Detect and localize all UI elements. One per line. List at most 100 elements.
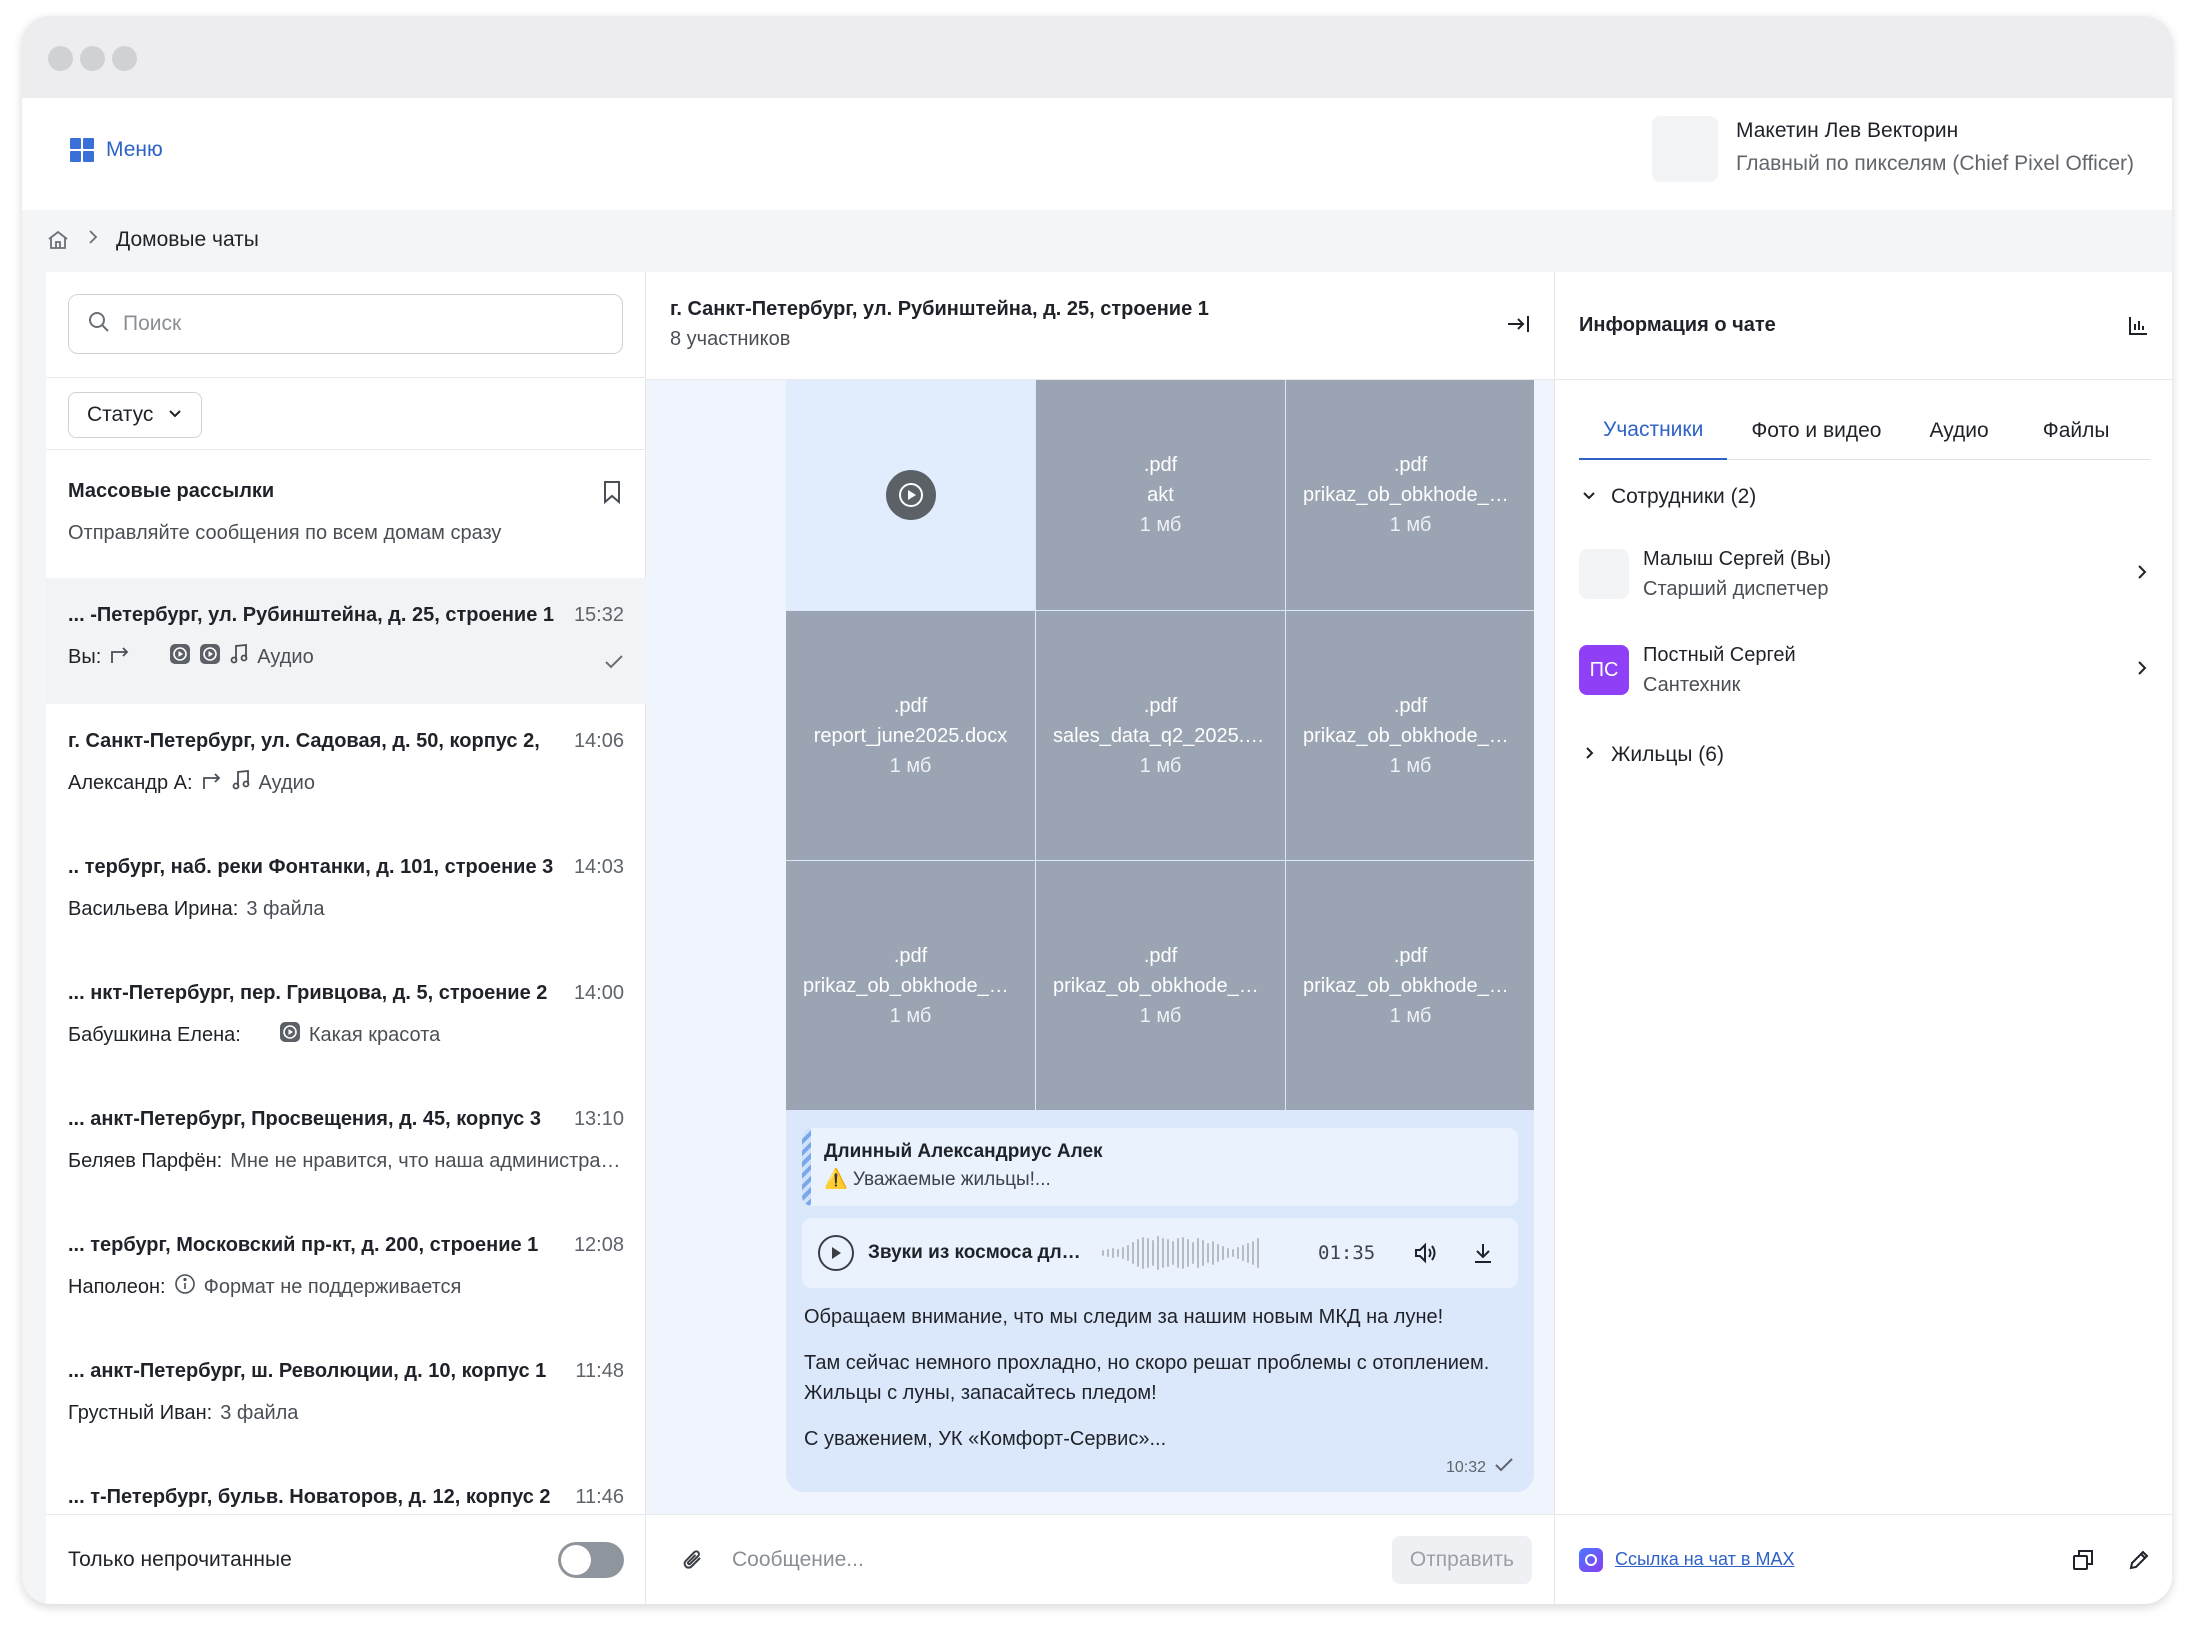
waveform-bar — [1222, 1246, 1224, 1260]
tab-photo-video[interactable]: Фото и видео — [1751, 402, 1881, 460]
waveform-bar — [1257, 1238, 1259, 1268]
chat-author: Александр А: — [68, 771, 193, 794]
chat-list-item[interactable]: г. Санкт-Петербург, ул. Садовая, д. 50, … — [46, 704, 646, 830]
chat-author: Вы: — [68, 645, 102, 668]
staff-group-header[interactable]: Сотрудники (2) — [1581, 482, 2172, 512]
home-icon[interactable] — [46, 228, 70, 252]
chat-list: ... -Петербург, ул. Рубинштейна, д. 25, … — [46, 578, 646, 1514]
file-size: 1 мб — [1139, 754, 1182, 777]
file-attachment[interactable]: .pdf prikaz_ob_obkhode_zhilfonda 1 мб — [1036, 861, 1285, 1110]
chat-header: г. Санкт-Петербург, ул. Рубинштейна, д. … — [646, 272, 1554, 380]
file-attachment[interactable]: .pdf sales_data_q2_2025.xlsx 1 мб — [1036, 611, 1285, 860]
statistics-icon[interactable] — [2126, 314, 2150, 338]
user-profile[interactable]: Макетин Лев Векторин Главный по пикселям… — [1652, 116, 2152, 182]
chat-time: 11:48 — [575, 1359, 624, 1382]
chat-author: Васильева Ирина: — [68, 897, 239, 920]
music-note-icon — [231, 769, 251, 797]
file-attachment[interactable]: .pdf akt 1 мб — [1036, 380, 1285, 610]
member-item[interactable]: Малыш Сергей (Вы) Старший диспетчер — [1555, 526, 2172, 622]
quoted-message[interactable]: Длинный Александриус Алек ⚠️ Уважаемые ж… — [802, 1128, 1518, 1206]
file-type: .pdf — [893, 944, 928, 967]
status-filter-label: Статус — [87, 403, 154, 426]
max-chat-link[interactable]: Ссылка на чат в MAX — [1615, 1549, 2071, 1570]
waveform-bar — [1112, 1248, 1114, 1258]
chat-list-item[interactable]: ... нкт-Петербург, пер. Гривцова, д. 5, … — [46, 956, 646, 1082]
breadcrumb: Домовые чаты — [46, 216, 259, 264]
unread-only-label: Только непрочитанные — [68, 1547, 292, 1571]
chat-list-item[interactable]: ... тербург, Московский пр-кт, д. 200, с… — [46, 1208, 646, 1334]
file-size: 1 мб — [1389, 1004, 1432, 1027]
tab-participants[interactable]: Участники — [1579, 402, 1728, 460]
window-close-dot[interactable] — [48, 46, 73, 71]
message-input[interactable]: Сообщение... — [732, 1548, 1392, 1572]
file-attachment[interactable]: .pdf report_june2025.docx 1 мб — [786, 611, 1035, 860]
chat-time: 12:08 — [573, 1233, 624, 1256]
waveform-bar — [1187, 1239, 1189, 1267]
volume-icon[interactable] — [1413, 1241, 1439, 1265]
send-button[interactable]: Отправить — [1391, 1535, 1532, 1584]
message-paragraph: Там сейчас немного прохладно, но скоро р… — [804, 1352, 1490, 1404]
chat-list-item[interactable]: ... анкт-Петербург, Просвещения, д. 45, … — [46, 1082, 646, 1208]
member-name: Постный Сергей — [1643, 644, 1796, 666]
chat-title: ... анкт-Петербург, ш. Революции, д. 10,… — [68, 1359, 547, 1382]
waveform-bar — [1242, 1245, 1244, 1261]
chevron-down-icon — [167, 403, 183, 427]
music-note-icon — [229, 643, 249, 671]
file-attachment[interactable]: .pdf prikaz_ob_obkhode_zhilfonda 1 мб — [786, 861, 1035, 1110]
staff-group-label: Сотрудники (2) — [1611, 485, 1757, 508]
search-input[interactable]: Поиск — [68, 294, 623, 354]
chat-list-item[interactable]: ... -Петербург, ул. Рубинштейна, д. 25, … — [46, 578, 646, 704]
file-attachment[interactable]: .pdf prikaz_ob_obkhode_zhilfonda 1 мб — [1286, 611, 1534, 860]
audio-title: Звуки из космоса для сна — [868, 1242, 1088, 1263]
audio-player: Звуки из космоса для сна 01:35 — [802, 1218, 1518, 1288]
audio-waveform[interactable] — [1102, 1233, 1298, 1273]
file-name: prikaz_ob_obkhode_zhilfonda — [1303, 484, 1518, 506]
audio-play-button[interactable] — [818, 1235, 854, 1271]
message-text: Обращаем внимание, что мы следим за наши… — [804, 1302, 1520, 1470]
chat-list-item[interactable]: ... анкт-Петербург, ш. Революции, д. 10,… — [46, 1334, 646, 1460]
member-item[interactable]: ПС Постный Сергей Сантехник — [1555, 622, 2172, 718]
file-type: .pdf — [1143, 944, 1178, 967]
copy-icon[interactable] — [2071, 1548, 2095, 1572]
waveform-bar — [1102, 1250, 1104, 1256]
file-attachment[interactable]: .pdf prikaz_ob_obkhode_zhilfonda 1 мб — [1286, 861, 1534, 1110]
chat-preview: Аудио — [257, 645, 314, 668]
user-role: Главный по пикселям (Chief Pixel Officer… — [1736, 152, 2134, 175]
chat-list-item[interactable]: ... т-Петербург, бульв. Новаторов, д. 12… — [46, 1460, 646, 1514]
chat-list-item[interactable]: .. тербург, наб. реки Фонтанки, д. 101, … — [46, 830, 646, 956]
file-attachment[interactable]: .pdf prikaz_ob_obkhode_zhilfonda 1 мб — [1286, 380, 1534, 610]
waveform-bar — [1167, 1239, 1169, 1267]
unread-only-toggle[interactable] — [558, 1541, 624, 1578]
window-minimize-dot[interactable] — [80, 46, 105, 71]
menu-button[interactable]: Меню — [70, 138, 163, 162]
status-filter-dropdown[interactable]: Статус — [68, 392, 203, 438]
chevron-right-icon — [1581, 743, 1597, 767]
residents-group-header[interactable]: Жильцы (6) — [1581, 740, 2172, 770]
file-type: .pdf — [1143, 454, 1178, 476]
window-maximize-dot[interactable] — [112, 46, 137, 71]
collapse-panel-icon[interactable] — [1506, 312, 1532, 341]
chat-member-count: 8 участников — [670, 328, 791, 350]
file-name: sales_data_q2_2025.xlsx — [1053, 724, 1268, 747]
attachment-grid: .pdf akt 1 мб .pdf prikaz_ob_obkhode_zhi… — [786, 380, 1534, 1110]
message-composer: Сообщение... Отправить — [646, 1514, 1554, 1604]
file-size: 1 мб — [1139, 514, 1182, 536]
chat-author: Бабушкина Елена: — [68, 1023, 241, 1046]
chat-info-title: Информация о чате — [1579, 314, 1776, 336]
waveform-bar — [1207, 1243, 1209, 1263]
read-check-icon — [604, 654, 624, 675]
edit-icon[interactable] — [2127, 1548, 2151, 1572]
mass-mailing-item[interactable]: Массовые рассылки Отправляйте сообщения … — [46, 450, 645, 578]
paperclip-icon[interactable] — [680, 1547, 706, 1573]
video-thumb-icon — [199, 643, 221, 671]
download-icon[interactable] — [1471, 1241, 1495, 1265]
bookmark-icon[interactable] — [601, 480, 623, 509]
file-size: 1 мб — [1389, 514, 1432, 536]
tab-files[interactable]: Файлы — [2043, 402, 2110, 460]
tab-audio[interactable]: Аудио — [1929, 402, 1988, 460]
search-placeholder: Поиск — [123, 312, 182, 335]
residents-group-label: Жильцы (6) — [1611, 743, 1724, 766]
chat-time: 14:06 — [573, 729, 624, 752]
video-attachment[interactable] — [786, 380, 1035, 610]
quote-author: Длинный Александриус Алек — [824, 1141, 1103, 1162]
